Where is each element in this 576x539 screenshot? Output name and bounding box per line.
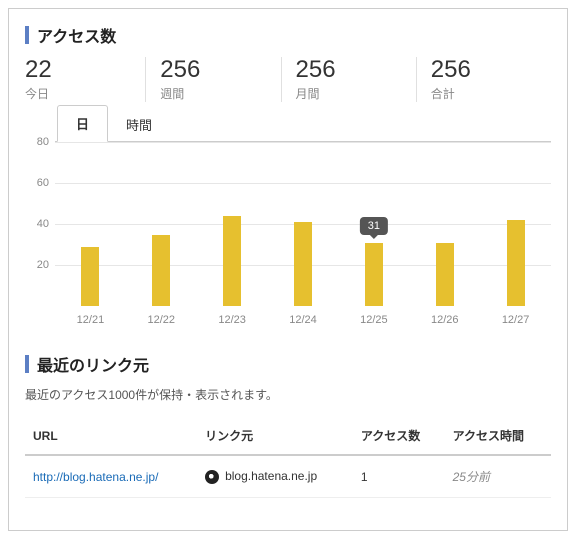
td-referrer: blog.hatena.ne.jp — [197, 455, 353, 498]
section-title-links-text: 最近のリンク元 — [37, 352, 149, 376]
stat-today-label: 今日 — [25, 85, 145, 102]
x-axis-label: 12/25 — [360, 314, 388, 326]
bar[interactable] — [436, 243, 454, 307]
title-accent-bar — [25, 26, 29, 44]
stat-today-value: 22 — [25, 57, 145, 83]
x-axis-label: 12/24 — [289, 314, 317, 326]
bar[interactable] — [81, 247, 99, 306]
stat-month: 256 月間 — [281, 57, 416, 102]
th-url: URL — [25, 417, 197, 455]
td-url: http://blog.hatena.ne.jp/ — [25, 455, 197, 498]
stat-total-label: 合計 — [431, 85, 551, 102]
chart-plot: 2040608012/2112/2212/2312/243112/2512/26… — [55, 141, 551, 306]
bar-slot: 12/27 — [480, 142, 551, 306]
bar[interactable] — [507, 220, 525, 306]
referrer-domain: blog.hatena.ne.jp — [225, 469, 317, 483]
links-subtitle: 最近のアクセス1000件が保持・表示されます。 — [25, 386, 551, 403]
stat-month-label: 月間 — [296, 85, 416, 102]
stat-week: 256 週間 — [145, 57, 280, 102]
bar-slot: 12/24 — [268, 142, 339, 306]
tab-day[interactable]: 日 — [57, 105, 108, 142]
table-header-row: URL リンク元 アクセス数 アクセス時間 — [25, 417, 551, 455]
bar-slot: 12/22 — [126, 142, 197, 306]
stats-card: アクセス数 22 今日 256 週間 256 月間 256 合計 日 時間 20… — [8, 8, 568, 531]
x-axis-label: 12/22 — [148, 314, 176, 326]
th-count: アクセス数 — [353, 417, 445, 455]
y-axis-label: 80 — [25, 136, 49, 148]
chart-tabs: 日 時間 — [57, 108, 170, 142]
th-time: アクセス時間 — [445, 417, 551, 455]
bar-tooltip: 31 — [360, 217, 388, 235]
stat-total: 256 合計 — [416, 57, 551, 102]
stat-week-value: 256 — [160, 57, 280, 83]
stats-row: 22 今日 256 週間 256 月間 256 合計 — [25, 57, 551, 102]
bar[interactable] — [152, 235, 170, 307]
bar-slot: 3112/25 — [338, 142, 409, 306]
section-title-access-text: アクセス数 — [37, 23, 116, 47]
x-axis-label: 12/23 — [218, 314, 246, 326]
access-chart: 日 時間 2040608012/2112/2212/2312/243112/25… — [25, 108, 551, 328]
section-title-access: アクセス数 — [25, 23, 551, 47]
stat-total-value: 256 — [431, 57, 551, 83]
favicon-icon — [205, 470, 219, 484]
links-table: URL リンク元 アクセス数 アクセス時間 http://blog.hatena… — [25, 417, 551, 498]
stat-today: 22 今日 — [25, 57, 145, 102]
table-row: http://blog.hatena.ne.jp/blog.hatena.ne.… — [25, 455, 551, 498]
bar-slot: 12/26 — [409, 142, 480, 306]
bar-slot: 12/23 — [197, 142, 268, 306]
y-axis-label: 40 — [25, 218, 49, 230]
title-accent-bar — [25, 355, 29, 373]
td-count: 1 — [353, 455, 445, 498]
referrer-url-link[interactable]: http://blog.hatena.ne.jp/ — [33, 470, 158, 484]
bar[interactable] — [294, 222, 312, 306]
bar[interactable] — [223, 216, 241, 306]
bar-slot: 12/21 — [55, 142, 126, 306]
bars-container: 12/2112/2212/2312/243112/2512/2612/27 — [55, 142, 551, 306]
section-title-links: 最近のリンク元 — [25, 352, 551, 376]
x-axis-label: 12/21 — [77, 314, 105, 326]
stat-week-label: 週間 — [160, 85, 280, 102]
bar[interactable]: 31 — [365, 243, 383, 307]
th-referrer: リンク元 — [197, 417, 353, 455]
td-time: 25分前 — [445, 455, 551, 498]
y-axis-label: 60 — [25, 177, 49, 189]
y-axis-label: 20 — [25, 259, 49, 271]
x-axis-label: 12/26 — [431, 314, 459, 326]
stat-month-value: 256 — [296, 57, 416, 83]
tab-hour[interactable]: 時間 — [108, 107, 170, 142]
x-axis-label: 12/27 — [502, 314, 530, 326]
